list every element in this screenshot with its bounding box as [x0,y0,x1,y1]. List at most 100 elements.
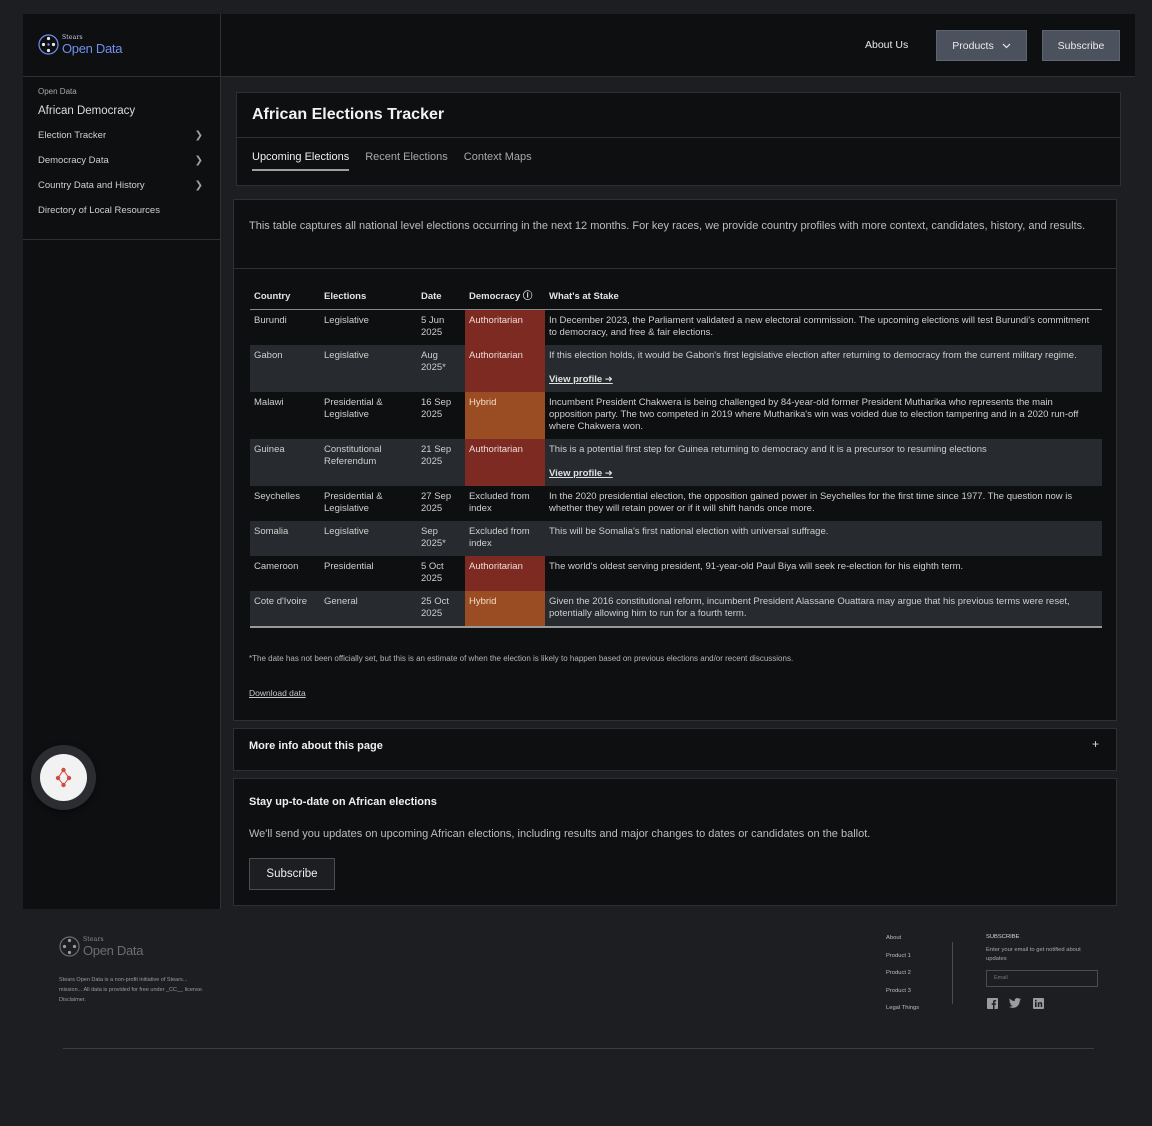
table-header-row: Country Elections Date Democracy ⓘ What'… [250,289,1102,310]
cell-stake: Incumbent President Chakwera is being ch… [545,392,1102,439]
cell-date: 25 Oct 2025 [417,591,465,628]
cell-stake: This will be Somalia's first national el… [545,521,1102,556]
cell-democracy-text: Authoritarian [469,444,523,455]
column-header-stake[interactable]: What's at Stake [545,289,1102,310]
cell-elections-text: Presidential [324,561,374,572]
footer-links: About Product 1 Product 2 Product 3 Lega… [886,935,919,1023]
fab-inner [40,754,87,801]
cell-country-text: Malawi [254,397,284,408]
column-header-date[interactable]: Date [417,289,465,310]
cell-date-text: 5 Jun 2025 [421,315,445,338]
cell-country-text: Cote d'Ivoire [254,596,308,607]
sidebar-item-democracy-data[interactable]: Democracy Data ❯ [38,148,203,173]
chevron-right-icon: ❯ [194,155,203,166]
cell-elections-text: Presidential & Legislative [324,491,383,514]
elections-table: Country Elections Date Democracy ⓘ What'… [250,289,1102,628]
email-field[interactable]: Email [986,970,1098,987]
download-data-link[interactable]: Download data [249,688,306,698]
cell-elections: Legislative [320,310,417,346]
about-us-link[interactable]: About Us [865,39,908,51]
footer-link-about[interactable]: About [886,935,919,953]
footer-logo-small-text: Stears [83,935,104,943]
products-dropdown[interactable]: Products [936,30,1027,61]
chevron-down-icon [1002,43,1011,48]
cell-elections: Constitutional Referendum [320,439,417,486]
cell-elections-text: Legislative [324,526,369,537]
sidebar-item-local-resources[interactable]: Directory of Local Resources [38,198,203,223]
cell-date: Aug 2025* [417,345,465,392]
cell-stake-text: In December 2023, the Parliament validat… [549,315,1090,338]
cell-democracy: Authoritarian [465,309,545,345]
facebook-icon[interactable] [986,997,998,1009]
footer-link-legal[interactable]: Legal Things [886,1005,919,1023]
column-header-elections[interactable]: Elections [320,289,417,310]
column-header-democracy[interactable]: Democracy ⓘ [465,289,545,310]
newsletter-subscribe-button[interactable]: Subscribe [249,858,335,890]
footer-logo[interactable]: Stears Open Data [59,933,143,960]
cell-country-text: Seychelles [254,491,300,502]
cell-democracy-text: Authoritarian [469,315,523,326]
footer-description: Stears Open Data is a non-profit initiat… [59,977,204,1003]
breadcrumb[interactable]: Open Data [38,87,220,96]
cell-democracy-text: Excluded from index [469,491,530,514]
floating-action-button[interactable] [31,745,96,810]
plus-icon[interactable]: + [1092,737,1099,751]
cell-democracy: Authoritarian [465,556,545,591]
twitter-icon[interactable] [1009,997,1021,1009]
social-links [986,997,1098,1009]
elections-table-card: This table captures all national level e… [233,199,1117,721]
cell-stake-text: In the 2020 presidential election, the o… [549,491,1073,514]
cell-country: Seychelles [250,486,320,521]
header-subscribe-button[interactable]: Subscribe [1042,30,1120,61]
footnote: *The date has not been officially set, b… [249,654,794,663]
network-icon [55,767,72,788]
footer-link-product-2[interactable]: Product 2 [886,970,919,988]
cell-elections: Presidential & Legislative [320,392,417,439]
cell-elections-text: Constitutional Referendum [324,444,382,467]
footer-link-product-1[interactable]: Product 1 [886,953,919,971]
sidebar-item-election-tracker[interactable]: Election Tracker ❯ [38,123,203,148]
cell-democracy: Hybrid [465,392,545,439]
cell-stake: If this election holds, it would be Gabo… [545,345,1102,392]
logo-small-text: Stears [62,33,83,41]
footer-link-product-3[interactable]: Product 3 [886,988,919,1006]
sidebar-item-label: Directory of Local Resources [38,205,160,216]
cell-democracy-text: Excluded from index [469,526,530,549]
cell-stake: In December 2023, the Parliament validat… [545,310,1102,346]
sidebar-item-country-data[interactable]: Country Data and History ❯ [38,173,203,198]
cell-date: 16 Sep 2025 [417,392,465,439]
cell-country-text: Gabon [254,350,283,361]
cell-date: Sep 2025* [417,521,465,556]
tab-recent-elections[interactable]: Recent Elections [365,151,448,171]
cell-stake-text: Given the 2016 constitutional reform, in… [549,596,1070,619]
table-row: Burundi Legislative 5 Jun 2025 Authoritaria… [250,309,1102,346]
table-row: Seychelles Presidential & Legislative 27 S… [250,486,1102,521]
tab-upcoming-elections[interactable]: Upcoming Elections [252,151,350,171]
linkedin-icon[interactable] [1032,997,1044,1009]
logo-big-text: Open Data [62,40,123,56]
tracker-header-card: African Elections Tracker Upcoming Elect… [236,92,1121,186]
sidebar-title[interactable]: African Democracy [38,105,220,117]
logo[interactable]: Stears Open Data [38,31,122,58]
cell-date: 5 Oct 2025 [417,556,465,591]
cell-date-text: 21 Sep 2025 [421,444,452,467]
cell-democracy-text: Hybrid [469,596,497,607]
tab-context-maps[interactable]: Context Maps [464,151,532,171]
view-profile-link[interactable]: View profile ➜ [549,468,1098,480]
footer-logo-big-text: Open Data [83,942,144,958]
table-row: Cameroon Presidential 5 Oct 2025 Authoritar… [250,556,1102,591]
more-info-accordion[interactable]: More info about this page + [233,728,1117,771]
cell-elections: Presidential & Legislative [320,486,417,521]
cell-stake-text: Incumbent President Chakwera is being ch… [549,397,1079,432]
cell-country: Burundi [250,310,320,346]
view-profile-link[interactable]: View profile ➜ [549,374,1098,386]
cell-country-text: Somalia [254,526,289,537]
divider [952,942,953,1004]
table-row: Malawi Presidential & Legislative 16 Sep 2… [250,392,1102,439]
cell-stake: The world's oldest serving president, 91… [545,556,1102,591]
top-bar: Stears Open Data About Us Products Subsc… [23,14,1135,77]
cell-democracy: Excluded from index [465,521,545,556]
cell-country: Gabon [250,345,320,392]
column-header-country[interactable]: Country [250,289,320,310]
cell-date: 21 Sep 2025 [417,439,465,486]
